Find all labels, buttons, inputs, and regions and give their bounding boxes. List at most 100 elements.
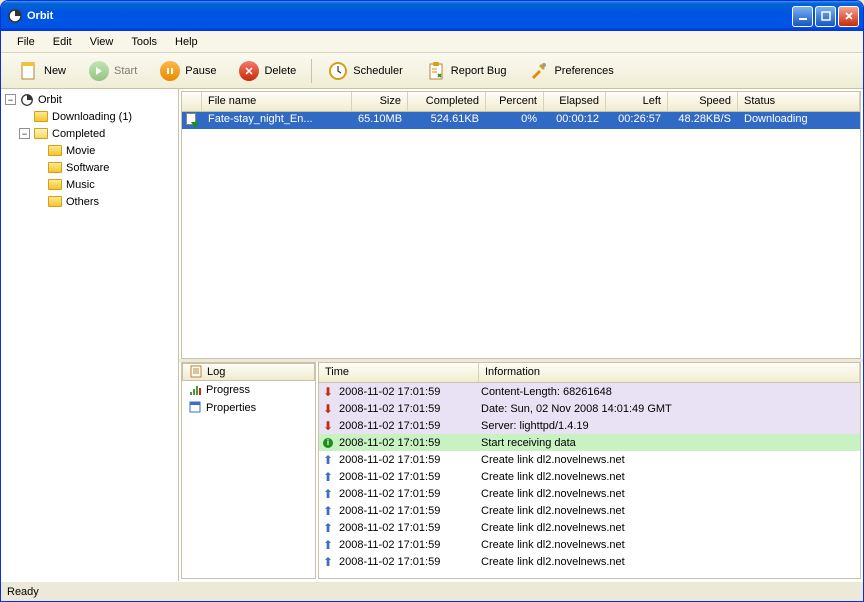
reportbug-button[interactable]: Report Bug xyxy=(416,55,516,87)
maximize-button[interactable] xyxy=(815,6,836,27)
arrow-down-icon: ⬇ xyxy=(323,402,333,416)
menu-help[interactable]: Help xyxy=(167,34,206,50)
grid-body[interactable]: Fate-stay_night_En... 65.10MB 524.61KB 0… xyxy=(182,112,860,358)
menu-tools[interactable]: Tools xyxy=(123,34,165,50)
tree-movie[interactable]: Movie xyxy=(3,142,176,159)
tree-completed-label: Completed xyxy=(52,128,105,140)
log-col-info[interactable]: Information xyxy=(479,363,860,382)
col-percent[interactable]: Percent xyxy=(486,92,544,111)
collapse-icon[interactable]: − xyxy=(5,94,16,105)
properties-icon xyxy=(188,400,202,417)
tree-software[interactable]: Software xyxy=(3,159,176,176)
log-time: 2008-11-02 17:01:59 xyxy=(337,454,479,466)
menu-file[interactable]: File xyxy=(9,34,43,50)
new-label: New xyxy=(44,65,66,77)
tree-music-label: Music xyxy=(66,179,95,191)
app-icon xyxy=(7,8,23,24)
log-info: Date: Sun, 02 Nov 2008 14:01:49 GMT xyxy=(479,403,860,415)
log-info: Create link dl2.novelnews.net xyxy=(479,522,860,534)
start-button[interactable]: Start xyxy=(79,55,146,87)
arrow-up-icon: ⬆ xyxy=(323,521,333,535)
separator xyxy=(311,59,312,83)
scheduler-button[interactable]: Scheduler xyxy=(318,55,412,87)
arrow-up-icon: ⬆ xyxy=(323,504,333,518)
preferences-button[interactable]: Preferences xyxy=(519,55,622,87)
log-row[interactable]: ⬇2008-11-02 17:01:59Content-Length: 6826… xyxy=(319,383,860,400)
tree-downloading[interactable]: Downloading (1) xyxy=(3,108,176,125)
tree-downloading-label: Downloading (1) xyxy=(52,111,132,123)
tree-completed[interactable]: − Completed xyxy=(3,125,176,142)
log-row[interactable]: ⬇2008-11-02 17:01:59Date: Sun, 02 Nov 20… xyxy=(319,400,860,417)
col-speed[interactable]: Speed xyxy=(668,92,738,111)
log-info: Server: lighttpd/1.4.19 xyxy=(479,420,860,432)
tree-others-label: Others xyxy=(66,196,99,208)
tab-log[interactable]: Log xyxy=(182,363,315,381)
col-elapsed[interactable]: Elapsed xyxy=(544,92,606,111)
arrow-down-icon: ⬇ xyxy=(323,385,333,399)
col-completed[interactable]: Completed xyxy=(408,92,486,111)
reportbug-label: Report Bug xyxy=(451,65,507,77)
minimize-button[interactable] xyxy=(792,6,813,27)
log-time: 2008-11-02 17:01:59 xyxy=(337,437,479,449)
col-status[interactable]: Status xyxy=(738,92,860,111)
close-button[interactable] xyxy=(838,6,859,27)
row-filename: Fate-stay_night_En... xyxy=(202,112,352,129)
collapse-icon[interactable]: − xyxy=(19,128,30,139)
arrow-up-icon: ⬆ xyxy=(323,538,333,552)
download-row[interactable]: Fate-stay_night_En... 65.10MB 524.61KB 0… xyxy=(182,112,860,129)
new-button[interactable]: New xyxy=(9,55,75,87)
tab-properties[interactable]: Properties xyxy=(182,399,315,417)
log-time: 2008-11-02 17:01:59 xyxy=(337,471,479,483)
log-row[interactable]: ⬆2008-11-02 17:01:59Create link dl2.nove… xyxy=(319,502,860,519)
log-info: Create link dl2.novelnews.net xyxy=(479,556,860,568)
log-row[interactable]: ⬆2008-11-02 17:01:59Create link dl2.nove… xyxy=(319,485,860,502)
tools-icon xyxy=(528,60,550,82)
log-row[interactable]: ⬆2008-11-02 17:01:59Create link dl2.nove… xyxy=(319,451,860,468)
row-percent: 0% xyxy=(486,112,544,129)
delete-icon xyxy=(238,60,260,82)
log-info: Start receiving data xyxy=(479,437,860,449)
delete-button[interactable]: Delete xyxy=(229,55,305,87)
log-icon xyxy=(189,364,203,381)
log-row[interactable]: ⬆2008-11-02 17:01:59Create link dl2.nove… xyxy=(319,519,860,536)
log-body[interactable]: ⬇2008-11-02 17:01:59Content-Length: 6826… xyxy=(319,383,860,578)
folder-icon xyxy=(47,144,63,158)
tree-root[interactable]: − Orbit xyxy=(3,91,176,108)
row-completed: 524.61KB xyxy=(408,112,486,129)
log-info: Create link dl2.novelnews.net xyxy=(479,539,860,551)
row-size: 65.10MB xyxy=(352,112,408,129)
col-filename[interactable]: File name xyxy=(202,92,352,111)
grid-header: File name Size Completed Percent Elapsed… xyxy=(182,92,860,112)
log-pane: Time Information ⬇2008-11-02 17:01:59Con… xyxy=(318,362,861,579)
status-text: Ready xyxy=(7,586,39,598)
tree-others[interactable]: Others xyxy=(3,193,176,210)
tab-progress[interactable]: Progress xyxy=(182,381,315,399)
tab-progress-label: Progress xyxy=(206,384,250,396)
col-size[interactable]: Size xyxy=(352,92,408,111)
row-left: 00:26:57 xyxy=(606,112,668,129)
menu-edit[interactable]: Edit xyxy=(45,34,80,50)
log-info: Create link dl2.novelnews.net xyxy=(479,454,860,466)
menu-view[interactable]: View xyxy=(82,34,122,50)
col-left[interactable]: Left xyxy=(606,92,668,111)
log-col-time[interactable]: Time xyxy=(319,363,479,382)
log-row[interactable]: i2008-11-02 17:01:59Start receiving data xyxy=(319,434,860,451)
clock-icon xyxy=(327,60,349,82)
log-row[interactable]: ⬆2008-11-02 17:01:59Create link dl2.nove… xyxy=(319,468,860,485)
tree-software-label: Software xyxy=(66,162,109,174)
pause-button[interactable]: Pause xyxy=(150,55,225,87)
log-info: Create link dl2.novelnews.net xyxy=(479,488,860,500)
sidebar: − Orbit Downloading (1) − Completed Movi… xyxy=(1,89,179,581)
progress-icon xyxy=(188,382,202,399)
log-row[interactable]: ⬆2008-11-02 17:01:59Create link dl2.nove… xyxy=(319,553,860,570)
arrow-up-icon: ⬆ xyxy=(323,487,333,501)
folder-open-icon xyxy=(33,127,49,141)
tree-music[interactable]: Music xyxy=(3,176,176,193)
titlebar[interactable]: Orbit xyxy=(1,1,863,31)
window-title: Orbit xyxy=(27,10,792,22)
log-row[interactable]: ⬆2008-11-02 17:01:59Create link dl2.nove… xyxy=(319,536,860,553)
col-icon[interactable] xyxy=(182,92,202,111)
preferences-label: Preferences xyxy=(554,65,613,77)
log-row[interactable]: ⬇2008-11-02 17:01:59Server: lighttpd/1.4… xyxy=(319,417,860,434)
statusbar: Ready xyxy=(1,581,863,601)
